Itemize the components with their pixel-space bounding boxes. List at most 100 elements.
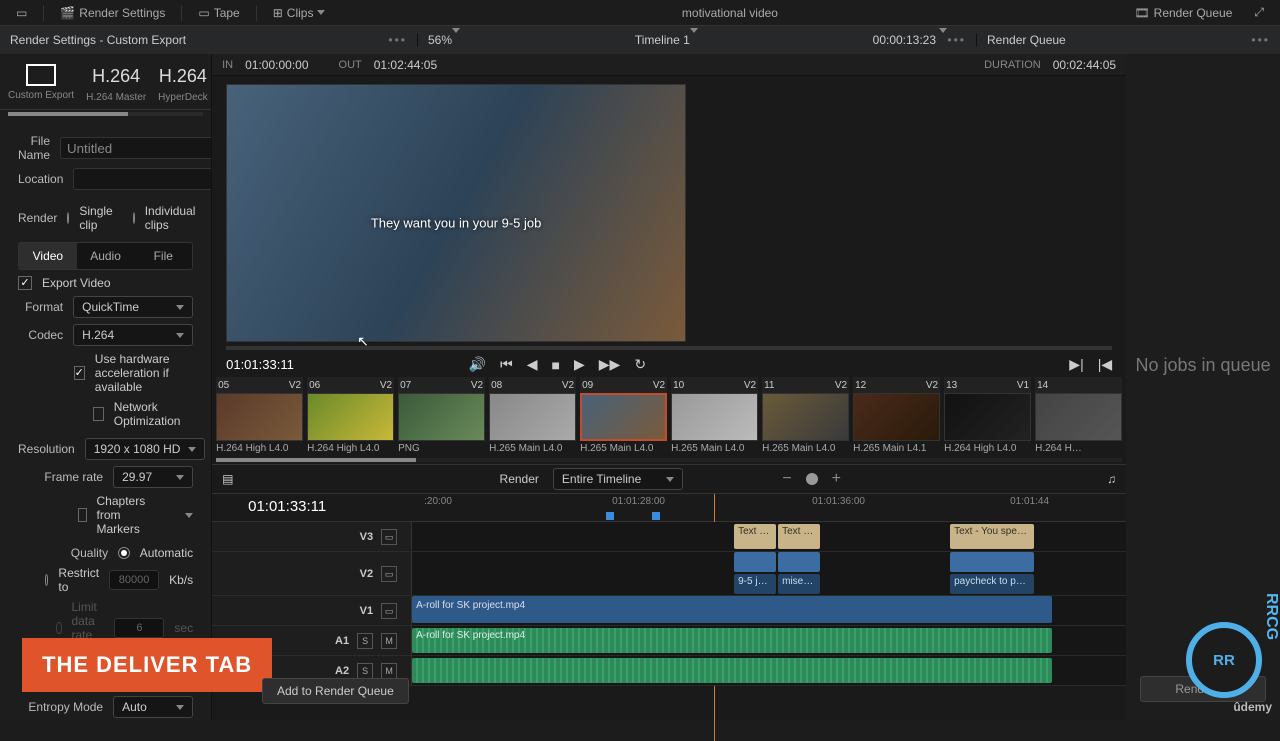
display-icon[interactable]: ▭: [10, 4, 33, 22]
render-settings-menu[interactable]: 🎬 Render Settings: [54, 4, 171, 22]
limit-radio[interactable]: [56, 622, 61, 634]
clip-thumb-14[interactable]: 14H.264 H…: [1035, 377, 1122, 454]
mute-icon[interactable]: 🔊: [469, 356, 486, 373]
preset-hyperdeck[interactable]: H.264HyperDeck: [158, 64, 207, 103]
timeline-view-icon[interactable]: ▤: [222, 472, 233, 486]
track-enable-button[interactable]: ▭: [381, 566, 397, 582]
timeline-selector[interactable]: Timeline 1: [635, 33, 698, 47]
location-input[interactable]: [73, 168, 212, 190]
mute-button[interactable]: M: [381, 663, 397, 679]
timeline-clip[interactable]: A-roll for SK project.mp4: [412, 628, 1052, 653]
clip-thumb-11[interactable]: 11V2H.265 Main L4.0: [762, 377, 849, 454]
timeline-marker[interactable]: [652, 512, 660, 520]
track-lane[interactable]: Text - T...Text - ... Text - You spend p.…: [412, 522, 1126, 551]
timeline-clip[interactable]: Text - You spend p...: [950, 524, 1034, 549]
timeline-clip[interactable]: Text - T...: [734, 524, 776, 549]
tape-menu[interactable]: ▭ Tape: [192, 4, 245, 22]
clip-thumb-10[interactable]: 10V2H.265 Main L4.0: [671, 377, 758, 454]
tab-video[interactable]: Video: [19, 243, 77, 269]
track-lane[interactable]: 9-5 job...misera... paycheck to paych...: [412, 552, 1126, 595]
clip-thumb-09[interactable]: 09V2H.265 Main L4.0: [580, 377, 667, 454]
last-frame-icon[interactable]: |◀: [1098, 356, 1112, 373]
format-select[interactable]: QuickTime: [73, 296, 193, 318]
add-to-queue-button[interactable]: Add to Render Queue: [262, 678, 409, 704]
quality-restrict-radio[interactable]: [45, 574, 49, 586]
next-clip-icon[interactable]: ▶|: [1069, 356, 1083, 373]
step-fwd-icon[interactable]: ▶▶: [599, 356, 621, 373]
codec-select[interactable]: H.264: [73, 324, 193, 346]
track-enable-button[interactable]: ▭: [381, 603, 397, 619]
preview-viewer[interactable]: They want you in your 9-5 job ↖: [226, 84, 686, 342]
track-header[interactable]: V2▭: [212, 552, 412, 595]
track-header[interactable]: V3▭: [212, 522, 412, 551]
expand-icon[interactable]: ⤢: [1248, 3, 1270, 22]
clip-thumb-06[interactable]: 06V2H.264 High L4.0: [307, 377, 394, 454]
zoom-in-button[interactable]: +: [832, 470, 841, 488]
export-video-checkbox[interactable]: [18, 276, 32, 290]
timeline-clip[interactable]: 9-5 job...: [734, 574, 776, 594]
single-clip-radio[interactable]: [67, 212, 69, 224]
preset-scrollbar[interactable]: [8, 112, 203, 116]
individual-clips-radio[interactable]: [133, 212, 135, 224]
zoom-slider[interactable]: [806, 473, 818, 485]
limit-input[interactable]: [114, 618, 164, 638]
filename-input[interactable]: [60, 137, 212, 159]
timeline-clip[interactable]: [412, 658, 1052, 683]
track-lane[interactable]: A-roll for SK project.mp4: [412, 596, 1126, 625]
solo-button[interactable]: S: [357, 663, 373, 679]
viewer-options[interactable]: •••: [947, 33, 966, 47]
transport-timecode[interactable]: 01:01:33:11: [226, 357, 322, 372]
render-queue-menu[interactable]: 🎞 Render Queue: [1128, 4, 1238, 22]
step-back-icon[interactable]: ◀: [527, 356, 538, 373]
chapters-checkbox[interactable]: [78, 508, 86, 522]
scrub-bar[interactable]: [226, 346, 1112, 350]
clip-thumb-05[interactable]: 05V2H.264 High L4.0: [216, 377, 303, 454]
timeline-clip[interactable]: misera...: [778, 574, 820, 594]
clip-thumb-13[interactable]: 13V1H.264 High L4.0: [944, 377, 1031, 454]
timeline-clip[interactable]: Text - ...: [778, 524, 820, 549]
thumb-scrollbar[interactable]: [216, 458, 1122, 462]
zoom-out-button[interactable]: −: [782, 470, 791, 488]
stop-icon[interactable]: ■: [552, 357, 560, 373]
loop-icon[interactable]: ↻: [634, 356, 646, 373]
queue-options[interactable]: •••: [1251, 33, 1270, 47]
hw-accel-checkbox[interactable]: [74, 366, 85, 380]
timeline-marker[interactable]: [606, 512, 614, 520]
preset-custom-export[interactable]: Custom Export: [8, 64, 74, 103]
in-value[interactable]: 01:00:00:00: [245, 58, 308, 72]
viewer-zoom[interactable]: 56%: [428, 33, 460, 47]
first-frame-icon[interactable]: ⏮: [500, 356, 513, 373]
clips-menu[interactable]: ⊞ Clips: [267, 4, 332, 22]
play-icon[interactable]: ▶: [574, 356, 585, 373]
timeline-clip[interactable]: paycheck to paych...: [950, 574, 1034, 594]
quality-auto-radio[interactable]: [118, 547, 130, 559]
out-value[interactable]: 01:02:44:05: [374, 58, 437, 72]
clip-thumb-12[interactable]: 12V2H.265 Main L4.1: [853, 377, 940, 454]
entropy-mode-select[interactable]: Auto: [113, 696, 193, 718]
render-settings-options[interactable]: •••: [388, 33, 407, 47]
timeline-clip[interactable]: [778, 552, 820, 572]
timeline-clip[interactable]: [950, 552, 1034, 572]
chevron-down-icon[interactable]: [185, 513, 193, 518]
render-range-select[interactable]: Entire Timeline: [553, 468, 683, 490]
tc-io-bar: IN01:00:00:00 OUT01:02:44:05 DURATION00:…: [212, 54, 1126, 76]
clip-thumb-07[interactable]: 07V2PNG: [398, 377, 485, 454]
solo-button[interactable]: S: [357, 633, 373, 649]
track-header[interactable]: V1▭: [212, 596, 412, 625]
clip-thumb-08[interactable]: 08V2H.265 Main L4.0: [489, 377, 576, 454]
preset-h-264-master[interactable]: H.264H.264 Master: [86, 64, 146, 103]
framerate-select[interactable]: 29.97: [113, 466, 193, 488]
timeline-ruler[interactable]: 01:01:33:11 :20:0001:01:28:0001:01:36:00…: [212, 494, 1126, 522]
network-opt-checkbox[interactable]: [93, 407, 103, 421]
timeline-clip[interactable]: [734, 552, 776, 572]
tab-audio[interactable]: Audio: [77, 243, 135, 269]
track-enable-button[interactable]: ▭: [381, 529, 397, 545]
track-lane[interactable]: A-roll for SK project.mp4: [412, 626, 1126, 655]
mute-button[interactable]: M: [381, 633, 397, 649]
restrict-input[interactable]: [109, 570, 159, 590]
audio-panel-icon[interactable]: ♫: [1107, 472, 1116, 486]
resolution-select[interactable]: 1920 x 1080 HD: [85, 438, 205, 460]
timeline-clip[interactable]: A-roll for SK project.mp4: [412, 598, 1052, 623]
track-lane[interactable]: [412, 656, 1126, 685]
tab-file[interactable]: File: [134, 243, 192, 269]
